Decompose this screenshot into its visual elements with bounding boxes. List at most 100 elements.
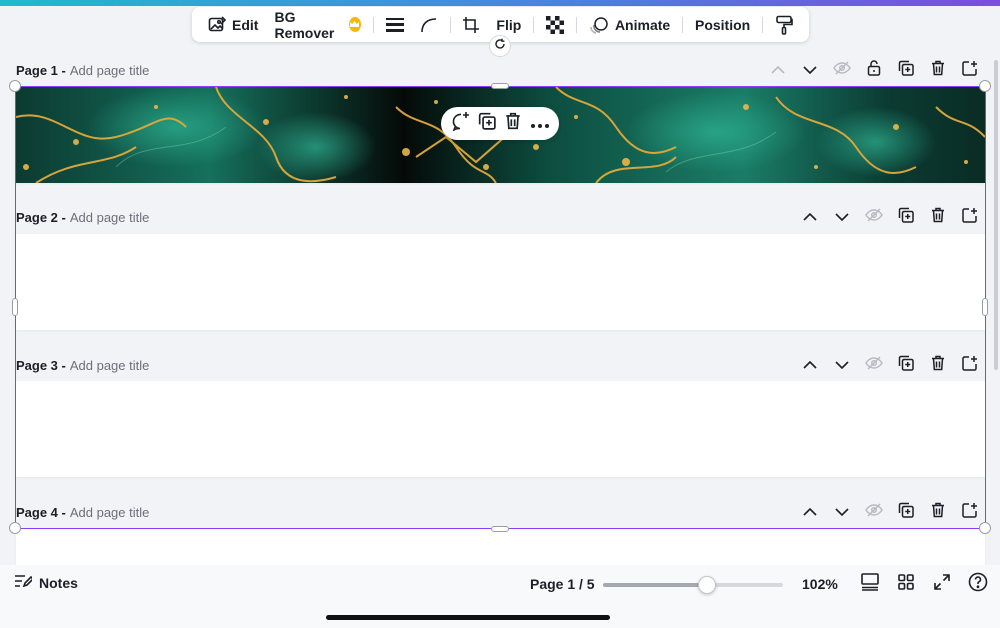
resize-handle-top-right[interactable] [979,80,991,92]
duplicate-page-button[interactable] [890,59,922,81]
transparency-button[interactable] [538,7,572,42]
element-context-menu [441,107,559,140]
edit-button[interactable]: Edit [200,7,266,42]
zoom-value[interactable]: 102% [802,576,838,592]
move-page-up-button[interactable] [794,501,826,523]
position-button[interactable]: Position [687,7,758,42]
chevron-up-icon [803,356,817,374]
chevron-up-icon [803,208,817,226]
chevron-down-icon [835,356,849,374]
fullscreen-button[interactable] [931,573,953,595]
resize-handle-top-left[interactable] [9,80,21,92]
page-4-actions [794,501,986,523]
page-4-canvas[interactable] [16,529,985,569]
scroll-view-button[interactable] [859,572,881,595]
duplicate-icon [898,60,914,81]
page-4-label: Page 4 - Add page title [16,503,149,521]
delete-page-button[interactable] [922,206,954,228]
chevron-down-icon [835,208,849,226]
delete-page-button[interactable] [922,59,954,81]
move-page-up-button[interactable] [794,354,826,376]
corner-rounding-button[interactable] [412,7,446,42]
chevron-down-icon [835,503,849,521]
duplicate-icon [898,355,914,376]
duplicate-page-button[interactable] [890,354,922,376]
zoom-slider-thumb[interactable] [698,576,717,594]
crown-icon [348,17,361,32]
vertical-scrollbar[interactable] [994,60,998,370]
zoom-slider[interactable] [603,576,783,594]
notes-icon [14,574,35,591]
copy-style-button[interactable] [767,7,801,42]
top-gradient-bar [0,0,1000,6]
bg-remover-button[interactable]: BG Remover [266,7,368,42]
hide-page-button[interactable] [858,501,890,523]
page-3-canvas[interactable] [16,381,985,477]
resize-handle-bottom-right[interactable] [979,522,991,534]
resize-handle-left[interactable] [12,298,18,316]
page-2-canvas[interactable] [16,234,985,330]
page-title-input[interactable]: Add page title [70,210,150,225]
add-page-button[interactable] [954,501,986,523]
delete-page-button[interactable] [922,501,954,523]
toolbar-divider [762,16,764,33]
duplicate-icon [898,207,914,228]
page-title-input[interactable]: Add page title [70,505,150,520]
move-page-down-button[interactable] [826,354,858,376]
delete-element-button[interactable] [500,111,526,137]
duplicate-page-button[interactable] [890,206,922,228]
add-page-icon [962,60,978,81]
border-style-button[interactable] [378,7,412,42]
add-comment-icon [450,111,470,136]
resize-handle-bottom[interactable] [491,526,509,532]
resize-handle-right[interactable] [982,298,988,316]
toolbar-divider [576,16,577,33]
eye-off-icon [865,355,883,375]
hide-page-button[interactable] [858,354,890,376]
move-page-down-button[interactable] [826,206,858,228]
notes-button[interactable]: Notes [14,574,78,591]
page-indicator[interactable]: Page 1 / 5 [530,576,595,592]
page-2-label: Page 2 - Add page title [16,208,149,226]
lock-page-button[interactable] [858,59,890,81]
page-number-label: Page 1 - [16,62,66,78]
animate-label: Animate [614,16,671,33]
chevron-down-icon [803,61,817,79]
hide-page-button[interactable] [858,206,890,228]
trash-icon [931,60,945,81]
add-page-icon [962,207,978,228]
resize-handle-bottom-left[interactable] [9,522,21,534]
move-page-up-button[interactable] [794,206,826,228]
add-page-button[interactable] [954,354,986,376]
duplicate-page-button[interactable] [890,501,922,523]
page-title-input[interactable]: Add page title [70,358,150,373]
chevron-up-icon [771,61,785,79]
bg-remover-label: BG Remover [274,8,335,41]
eye-off-icon [865,502,883,522]
grid-view-button[interactable] [895,573,917,595]
move-page-down-button[interactable] [826,501,858,523]
toolbar-divider [682,16,683,33]
expand-icon [934,573,950,595]
move-page-up-button[interactable] [762,59,794,81]
add-page-button[interactable] [954,59,986,81]
toolbar-divider [449,16,451,33]
duplicate-element-button[interactable] [474,111,500,137]
trash-icon [931,207,945,228]
more-options-button[interactable] [527,111,553,137]
comment-button[interactable] [447,111,473,137]
add-page-button[interactable] [954,206,986,228]
animate-button[interactable]: Animate [581,7,678,42]
position-label: Position [694,16,751,33]
more-dots-icon [530,115,549,133]
page-number-label: Page 2 - [16,209,66,225]
delete-page-button[interactable] [922,354,954,376]
move-page-down-button[interactable] [794,59,826,81]
page-title-input[interactable]: Add page title [70,63,150,78]
resize-handle-top[interactable] [491,83,509,89]
toolbar-divider [372,16,374,33]
rotate-handle[interactable] [489,35,511,57]
hide-page-button[interactable] [826,59,858,81]
help-button[interactable] [967,572,989,595]
home-indicator [326,615,610,620]
